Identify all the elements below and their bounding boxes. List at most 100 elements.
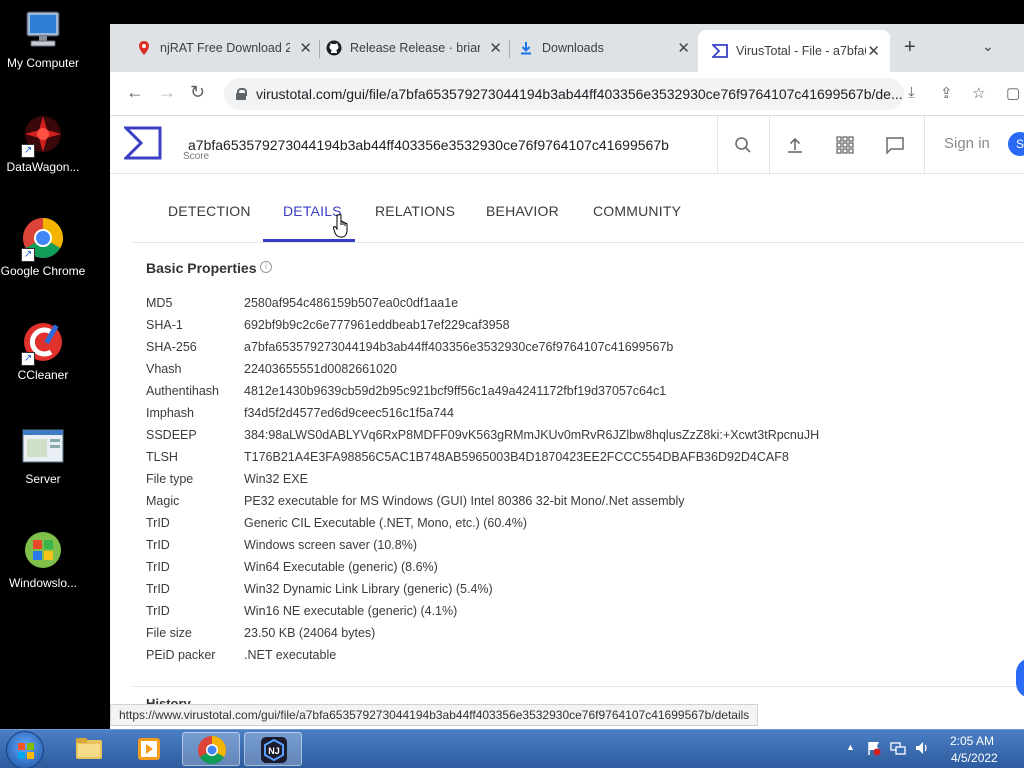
chevron-down-icon[interactable]: ⌄: [982, 38, 994, 55]
property-row: TrID Generic CIL Executable (.NET, Mono, …: [146, 512, 819, 534]
floating-action-button[interactable]: [1016, 658, 1024, 698]
mouse-cursor-icon: [332, 213, 350, 243]
property-value[interactable]: Win32 Dynamic Link Library (generic) (5.…: [244, 582, 493, 596]
tab-relations[interactable]: RELATIONS: [375, 203, 455, 219]
server-icon: [21, 424, 65, 468]
extension-icon[interactable]: ▢: [1006, 84, 1020, 102]
tab-detection[interactable]: DETECTION: [168, 203, 251, 219]
close-tab-icon[interactable]: ✕: [867, 42, 880, 60]
close-tab-icon[interactable]: ✕: [677, 39, 690, 57]
desktop-icon-my-computer[interactable]: My Computer: [0, 8, 86, 70]
property-value[interactable]: Win64 Executable (generic) (8.6%): [244, 560, 438, 574]
shortcut-arrow-icon: ↗: [21, 352, 35, 366]
browser-window: njRAT Free Download 20 ✕ Release Release…: [110, 24, 1024, 729]
property-key: SHA-256: [146, 340, 197, 354]
volume-icon[interactable]: [914, 740, 930, 759]
share-icon[interactable]: ⇪: [940, 84, 953, 102]
score-label: Score: [183, 151, 210, 162]
property-row: TLSH T176B21A4E3FA98856C5AC1B748AB5965003…: [146, 446, 819, 468]
property-value[interactable]: 2580af954c486159b507ea0c0df1aa1e: [244, 296, 458, 310]
search-icon[interactable]: [734, 136, 752, 159]
upload-icon[interactable]: [786, 136, 804, 159]
folder-icon: [76, 738, 102, 759]
media-player-icon: [138, 738, 160, 760]
network-icon[interactable]: [890, 740, 906, 759]
property-key: SSDEEP: [146, 428, 197, 442]
apps-grid-icon[interactable]: [836, 136, 854, 159]
tab-virustotal[interactable]: VirusTotal - File - a7bfa6 ✕: [698, 30, 890, 72]
taskbar-explorer[interactable]: [60, 732, 118, 766]
clock-time[interactable]: 2:05 AM: [950, 734, 994, 748]
property-value[interactable]: Generic CIL Executable (.NET, Mono, etc.…: [244, 516, 527, 530]
install-app-icon[interactable]: ⤓: [908, 84, 915, 101]
hash-search-input[interactable]: a7bfa653579273044194b3ab44ff403356e35329…: [174, 116, 718, 173]
url-text: virustotal.com/gui/file/a7bfa65357927304…: [256, 86, 903, 102]
property-key: SHA-1: [146, 318, 183, 332]
virustotal-logo-icon[interactable]: [122, 126, 162, 160]
tab-release[interactable]: Release Release · brian8 ✕: [326, 34, 502, 62]
start-button[interactable]: [6, 731, 44, 768]
sign-in-link[interactable]: Sign in: [944, 135, 990, 152]
desktop-icon-google-chrome[interactable]: ↗ Google Chrome: [0, 216, 86, 278]
property-value[interactable]: Win32 EXE: [244, 472, 308, 486]
property-key: File type: [146, 472, 194, 486]
tab-behavior[interactable]: BEHAVIOR: [486, 203, 559, 219]
back-icon[interactable]: ←: [126, 82, 144, 103]
sign-up-avatar[interactable]: S: [1008, 132, 1024, 156]
forward-icon[interactable]: →: [158, 82, 176, 103]
flag-icon[interactable]: [866, 740, 882, 759]
tab-strip: njRAT Free Download 20 ✕ Release Release…: [110, 24, 1024, 72]
property-value[interactable]: a7bfa653579273044194b3ab44ff403356e35329…: [244, 340, 673, 354]
desktop-icon-label: Windowslo...: [8, 576, 78, 590]
details-tabs: DETECTION DETAILS RELATIONS BEHAVIOR COM…: [132, 191, 1024, 243]
tab-njrat[interactable]: njRAT Free Download 20 ✕: [136, 34, 312, 62]
property-value[interactable]: Windows screen saver (10.8%): [244, 538, 417, 552]
address-bar-row: ← → ↻ virustotal.com/gui/file/a7bfa65357…: [110, 72, 1024, 116]
property-value[interactable]: .NET executable: [244, 648, 336, 662]
tab-downloads[interactable]: Downloads ✕: [518, 34, 690, 62]
taskbar-chrome[interactable]: [182, 732, 240, 766]
taskbar-media-player[interactable]: [120, 732, 178, 766]
property-key: TrID: [146, 538, 170, 552]
clock-date[interactable]: 4/5/2022: [951, 751, 998, 765]
property-value[interactable]: f34d5f2d4577ed6d9ceec516c1f5a744: [244, 406, 454, 420]
virustotal-header: a7bfa653579273044194b3ab44ff403356e35329…: [110, 116, 1024, 174]
show-hidden-icons-icon[interactable]: ▲: [846, 742, 855, 752]
desktop-icon-datawagon[interactable]: ↗ DataWagon...: [0, 112, 86, 174]
property-row: File size 23.50 KB (24064 bytes): [146, 622, 819, 644]
shortcut-arrow-icon: ↗: [21, 248, 35, 262]
property-value[interactable]: Win16 NE executable (generic) (4.1%): [244, 604, 457, 618]
property-value[interactable]: 384:98aLWS0dABLYVq6RxP8MDFF09vK563gRMmJK…: [244, 428, 819, 442]
taskbar-njrat[interactable]: NJ: [244, 732, 302, 766]
tab-community[interactable]: COMMUNITY: [593, 203, 681, 219]
property-key: TLSH: [146, 450, 178, 464]
property-key: MD5: [146, 296, 173, 310]
basic-properties-table: MD5 2580af954c486159b507ea0c0df1aa1e SHA-1…: [146, 292, 819, 666]
reload-icon[interactable]: ↻: [190, 82, 205, 103]
property-value[interactable]: 22403655551d0082661020: [244, 362, 397, 376]
property-row: TrID Win16 NE executable (generic) (4.1%): [146, 600, 819, 622]
property-key: TrID: [146, 582, 170, 596]
taskbar: NJ ▲ 2:05 AM 4/5/2022: [0, 729, 1024, 768]
info-icon[interactable]: i: [260, 261, 272, 273]
desktop-icon-windowslo[interactable]: Windowslo...: [0, 528, 86, 590]
tab-title: Release Release · brian8: [350, 41, 480, 55]
bookmark-star-icon[interactable]: ☆: [972, 84, 985, 102]
tab-title: njRAT Free Download 20: [160, 41, 290, 55]
property-value[interactable]: 692bf9b9c2c6e777961eddbeab17ef229caf3958: [244, 318, 510, 332]
property-value[interactable]: PE32 executable for MS Windows (GUI) Int…: [244, 494, 684, 508]
download-icon: [518, 40, 534, 56]
property-value[interactable]: 23.50 KB (24064 bytes): [244, 626, 375, 640]
close-tab-icon[interactable]: ✕: [489, 39, 502, 57]
desktop-icon-ccleaner[interactable]: ↗ CCleaner: [0, 320, 86, 382]
new-tab-icon[interactable]: +: [904, 36, 916, 59]
property-value[interactable]: T176B21A4E3FA98856C5AC1B748AB5965003B4D1…: [244, 450, 789, 464]
property-row: Authentihash 4812e1430b9639cb59d2b95c921b…: [146, 380, 819, 402]
desktop-icon-server[interactable]: Server: [0, 424, 86, 486]
property-row: TrID Windows screen saver (10.8%): [146, 534, 819, 556]
url-field[interactable]: virustotal.com/gui/file/a7bfa65357927304…: [224, 78, 904, 110]
chat-icon[interactable]: [885, 136, 905, 159]
close-tab-icon[interactable]: ✕: [299, 39, 312, 57]
property-value[interactable]: 4812e1430b9639cb59d2b95c921bcf9ff56c1a49…: [244, 384, 666, 398]
virustotal-icon: [710, 43, 728, 59]
